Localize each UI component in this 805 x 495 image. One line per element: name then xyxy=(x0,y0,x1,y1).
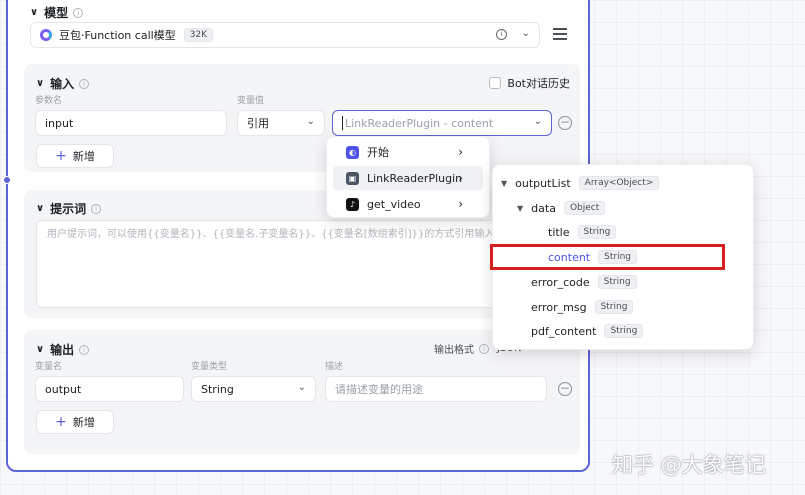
var-name-header: 变量名 xyxy=(35,362,63,372)
node-connector-dot[interactable] xyxy=(3,176,11,184)
type-badge: Object xyxy=(563,201,606,215)
plus-icon: + xyxy=(55,148,67,164)
output-section-title: 输出 xyxy=(50,343,75,357)
info-icon: i xyxy=(91,203,102,214)
tree-row-data[interactable]: ▼ data Object xyxy=(517,201,606,215)
tree-row-label: error_code xyxy=(531,275,590,289)
param-name-header: 参数名 xyxy=(35,96,63,106)
tiktok-icon: ♪ xyxy=(346,197,359,211)
source-node-menu: ◐ 开始 › ▣ LinkReaderPlugin › ♪ get_video … xyxy=(326,136,490,218)
output-var-type-value: String xyxy=(201,382,234,396)
output-section-header[interactable]: ∨ 输出 i xyxy=(36,341,90,358)
context-badge: 32K xyxy=(183,28,214,42)
bot-history-label: Bot对话历史 xyxy=(507,77,570,90)
input-section: ∨ 输入 i Bot对话历史 参数名 变量值 input 引用 ⌄ LinkRe… xyxy=(24,64,580,172)
ref-value-select[interactable]: LinkReaderPlugin - content ⌄ xyxy=(332,110,552,136)
ref-type-value: 引用 xyxy=(247,117,269,130)
output-var-name-input[interactable]: output xyxy=(35,376,184,402)
type-badge: Array<Object> xyxy=(578,176,660,190)
watermark: 知乎 @大象笔记 xyxy=(612,453,766,477)
chevron-down-icon[interactable]: ⌄ xyxy=(298,382,306,393)
output-var-type-select[interactable]: String ⌄ xyxy=(191,376,316,402)
model-select[interactable]: 豆包·Function call模型 32K i ⌄ xyxy=(30,22,540,48)
ref-type-select[interactable]: 引用 ⌄ xyxy=(237,110,325,136)
caret-down-icon[interactable]: ▼ xyxy=(501,179,507,188)
chevron-down-icon[interactable]: ∨ xyxy=(36,203,44,214)
chevron-right-icon: › xyxy=(458,171,463,185)
tree-row-label: pdf_content xyxy=(531,324,597,338)
remove-output-button[interactable]: − xyxy=(558,382,572,396)
caret-down-icon[interactable]: ▼ xyxy=(517,204,523,213)
model-name: 豆包·Function call模型 xyxy=(59,29,176,42)
add-output-label: 新增 xyxy=(72,416,95,429)
model-section-header[interactable]: ∨ 模型 i xyxy=(30,4,84,21)
type-badge: String xyxy=(594,300,634,314)
output-desc-input[interactable]: 请描述变量的用途 xyxy=(325,376,547,402)
menu-item-label: get_video xyxy=(367,197,421,211)
info-icon[interactable]: i xyxy=(496,29,507,40)
tree-row-outputlist[interactable]: ▼ outputList Array<Object> xyxy=(501,176,660,190)
info-icon: i xyxy=(73,7,84,18)
type-badge: String xyxy=(597,275,637,289)
start-icon: ◐ xyxy=(346,145,359,159)
chevron-right-icon: › xyxy=(458,197,463,211)
input-section-title: 输入 xyxy=(50,77,75,91)
tree-row-label: data xyxy=(531,201,556,215)
menu-item-start[interactable]: ◐ 开始 › xyxy=(333,140,483,164)
plugin-icon: ▣ xyxy=(346,171,359,185)
prompt-section-title: 提示词 xyxy=(50,202,87,216)
chevron-down-icon[interactable]: ⌄ xyxy=(307,116,315,127)
type-badge: String xyxy=(604,324,644,338)
bot-history-toggle[interactable]: Bot对话历史 xyxy=(489,75,570,91)
chevron-down-icon[interactable]: ∨ xyxy=(36,78,44,89)
chevron-down-icon[interactable]: ∨ xyxy=(30,7,38,18)
plus-icon: + xyxy=(55,414,67,430)
info-icon: i xyxy=(79,78,90,89)
type-badge: String xyxy=(577,225,617,239)
param-name-input[interactable]: input xyxy=(35,110,227,136)
tree-row-pdf-content[interactable]: pdf_content String xyxy=(531,324,644,338)
add-input-label: 新增 xyxy=(72,150,95,163)
menu-item-linkreader[interactable]: ▣ LinkReaderPlugin › xyxy=(333,166,483,190)
text-cursor xyxy=(342,116,343,130)
tree-row-label: outputList xyxy=(515,176,571,190)
tree-row-title[interactable]: title String xyxy=(548,225,617,239)
doubao-logo-icon xyxy=(40,29,52,41)
info-icon: i xyxy=(79,344,90,355)
var-type-header: 变量类型 xyxy=(191,362,228,372)
tree-row-error-msg[interactable]: error_msg String xyxy=(531,300,634,314)
bot-history-checkbox[interactable] xyxy=(489,77,502,89)
highlight-annotation xyxy=(490,244,725,270)
chevron-down-icon[interactable]: ⌄ xyxy=(522,28,530,39)
add-output-button[interactable]: + 新增 xyxy=(36,410,114,434)
tree-row-label: error_msg xyxy=(531,300,587,314)
ref-value-text: LinkReaderPlugin - content xyxy=(345,116,494,130)
model-section-title: 模型 xyxy=(44,6,69,20)
tree-row-label: title xyxy=(548,225,570,239)
menu-item-label: 开始 xyxy=(367,146,389,159)
output-format-label: 输出格式 xyxy=(434,345,474,356)
chevron-right-icon: › xyxy=(458,145,463,159)
chevron-down-icon[interactable]: ⌄ xyxy=(534,116,542,127)
add-input-button[interactable]: + 新增 xyxy=(36,144,114,168)
input-section-header[interactable]: ∨ 输入 i xyxy=(36,75,90,92)
prompt-section-header[interactable]: ∨ 提示词 i xyxy=(36,200,102,217)
remove-param-button[interactable]: − xyxy=(558,116,572,130)
menu-item-label: LinkReaderPlugin xyxy=(367,171,463,185)
chevron-down-icon[interactable]: ∨ xyxy=(36,344,44,355)
var-value-header: 变量值 xyxy=(237,96,265,106)
tree-row-error-code[interactable]: error_code String xyxy=(531,275,637,289)
model-settings-icon[interactable] xyxy=(553,28,567,40)
menu-item-get-video[interactable]: ♪ get_video › xyxy=(333,192,483,216)
desc-header: 描述 xyxy=(325,362,344,372)
info-icon: i xyxy=(479,343,489,354)
